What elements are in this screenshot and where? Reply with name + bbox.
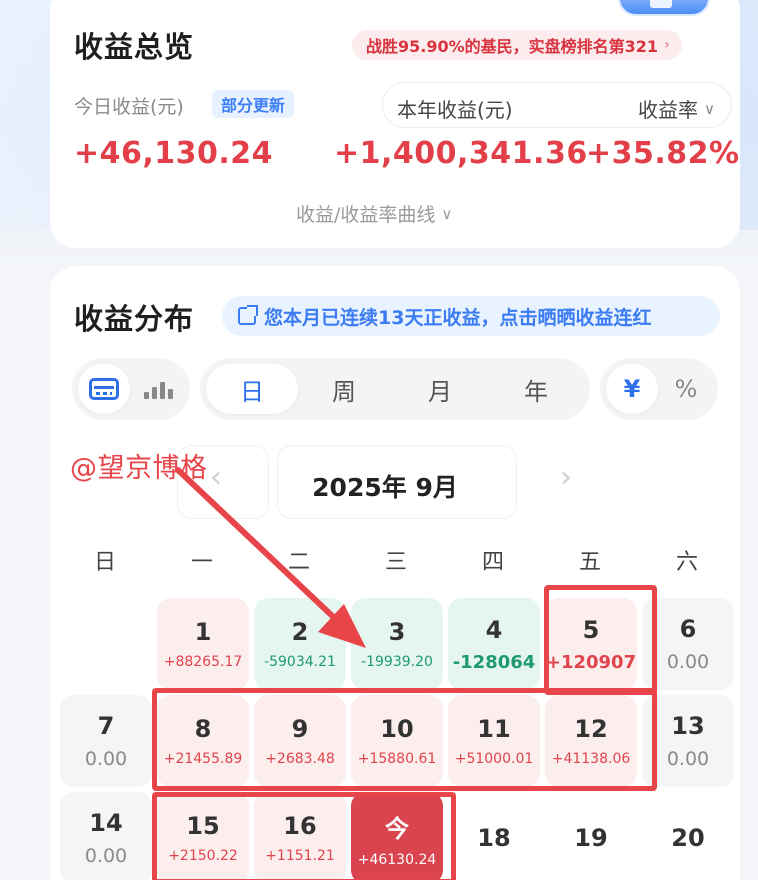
author-watermark: @望京博格 [70, 453, 208, 484]
annotation-arrow [175, 467, 366, 648]
